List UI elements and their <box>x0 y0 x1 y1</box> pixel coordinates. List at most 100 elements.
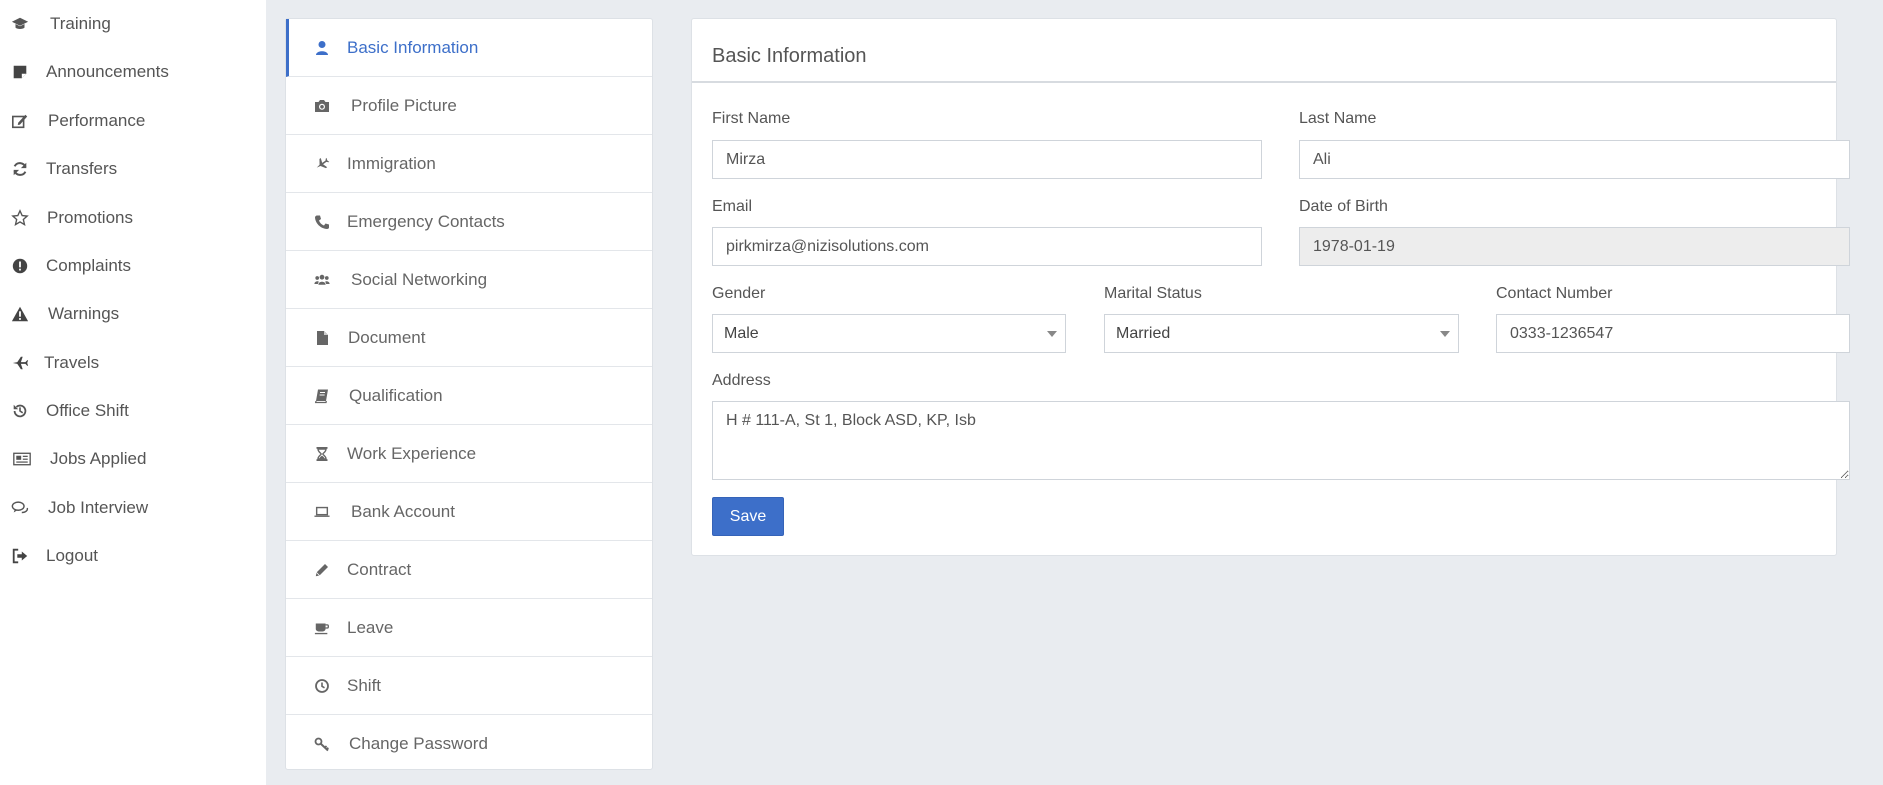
sidebar-item-label: Logout <box>46 546 98 565</box>
last-name-label: Last Name <box>1299 110 1377 127</box>
clock-icon <box>313 677 331 695</box>
tab-label: Emergency Contacts <box>347 211 505 231</box>
sidebar-item-label: Training <box>50 14 111 33</box>
tab-label: Leave <box>347 617 394 637</box>
caret-down-icon <box>1440 331 1450 337</box>
sidebar-item-transfers[interactable]: Transfers <box>0 149 266 189</box>
tab-label: Bank Account <box>351 501 455 521</box>
book-icon <box>313 387 331 405</box>
tab-label: Social Networking <box>351 269 488 289</box>
marital-status-select-value: Married <box>1116 324 1171 342</box>
history-icon <box>10 401 30 421</box>
tab-label: Immigration <box>347 153 436 173</box>
tab-bank-account[interactable]: Bank Account <box>286 483 652 541</box>
last-name-input[interactable] <box>1299 140 1850 179</box>
sidebar-item-jobs-applied[interactable]: Jobs Applied <box>0 439 266 479</box>
sidebar-item-label: Performance <box>48 111 146 130</box>
sidebar-item-promotions[interactable]: Promotions <box>0 198 266 238</box>
tab-leave[interactable]: Leave <box>286 599 652 657</box>
tab-immigration[interactable]: Immigration <box>286 135 652 193</box>
pencil-icon <box>313 561 331 579</box>
card-header: Basic Information <box>692 19 1836 83</box>
sidebar-item-label: Warnings <box>48 304 120 323</box>
contact-number-label: Contact Number <box>1496 285 1613 302</box>
sidebar-item-office-shift[interactable]: Office Shift <box>0 391 266 431</box>
tab-shift[interactable]: Shift <box>286 657 652 715</box>
plane-icon <box>10 353 30 373</box>
sidebar-item-travels[interactable]: Travels <box>0 343 266 383</box>
sidebar-item-training[interactable]: Training <box>0 4 266 44</box>
tab-profile-picture[interactable]: Profile Picture <box>286 77 652 135</box>
tab-label: Work Experience <box>347 443 477 463</box>
tab-work-experience[interactable]: Work Experience <box>286 425 652 483</box>
laptop-icon <box>313 503 331 521</box>
newspaper-icon <box>12 449 32 469</box>
sidebar-item-label: Office Shift <box>46 401 129 420</box>
tab-label: Qualification <box>349 385 443 405</box>
warning-icon <box>10 304 30 324</box>
coffee-icon <box>313 619 331 637</box>
gender-label: Gender <box>712 285 766 302</box>
sidebar-item-complaints[interactable]: Complaints <box>0 246 266 286</box>
sidebar-item-label: Jobs Applied <box>50 449 147 468</box>
email-label: Email <box>712 198 753 215</box>
first-name-input[interactable] <box>712 140 1262 179</box>
edit-icon <box>10 111 30 131</box>
phone-icon <box>313 213 331 231</box>
hourglass-icon <box>313 445 331 463</box>
sidebar-item-label: Complaints <box>46 256 132 275</box>
app-root: Training Announcements Performance Trans… <box>0 0 1883 785</box>
sidebar-item-label: Announcements <box>46 62 169 81</box>
tab-qualification[interactable]: Qualification <box>286 367 652 425</box>
date-of-birth-label: Date of Birth <box>1299 198 1388 215</box>
sidebar-item-warnings[interactable]: Warnings <box>0 294 266 334</box>
sidebar-item-label: Job Interview <box>48 498 149 517</box>
sign-out-icon <box>10 546 30 566</box>
comments-icon <box>10 498 30 518</box>
tab-label: Change Password <box>349 734 488 753</box>
tab-label: Basic Information <box>347 37 479 57</box>
graduation-cap-icon <box>10 14 30 34</box>
tab-social-networking[interactable]: Social Networking <box>286 251 652 309</box>
caret-down-icon <box>1047 331 1057 337</box>
gender-select[interactable]: Male <box>712 314 1066 353</box>
card-title: Basic Information <box>712 45 867 67</box>
tab-document[interactable]: Document <box>286 309 652 367</box>
first-name-label: First Name <box>712 110 791 127</box>
sidebar-item-label: Promotions <box>47 208 133 227</box>
marital-status-select[interactable]: Married <box>1104 314 1459 353</box>
tab-label: Profile Picture <box>351 95 457 115</box>
email-input[interactable] <box>712 227 1262 266</box>
refresh-icon <box>10 159 30 179</box>
file-icon <box>313 329 331 347</box>
marital-status-label: Marital Status <box>1104 285 1202 302</box>
save-button[interactable]: Save <box>712 497 784 536</box>
exclamation-circle-icon <box>10 256 30 276</box>
address-textarea[interactable]: H # 111-A, St 1, Block ASD, KP, Isb <box>712 401 1850 480</box>
tab-label: Shift <box>347 675 382 695</box>
users-icon <box>313 271 331 289</box>
address-label: Address <box>712 372 771 389</box>
basic-information-card: Basic Information First Name Last Name E… <box>691 18 1850 556</box>
star-icon <box>10 208 30 228</box>
sidebar-item-label: Travels <box>44 353 100 372</box>
profile-sub-nav: Basic Information Profile Picture Immigr… <box>285 18 653 770</box>
main-sidebar: Training Announcements Performance Trans… <box>0 0 266 785</box>
plane-icon <box>313 155 331 173</box>
sidebar-item-logout[interactable]: Logout <box>0 536 266 576</box>
key-icon <box>313 735 331 753</box>
tab-basic-information[interactable]: Basic Information <box>286 19 652 77</box>
sticky-note-icon <box>10 62 30 82</box>
sidebar-item-job-interview[interactable]: Job Interview <box>0 488 266 528</box>
user-icon <box>313 39 331 57</box>
tab-label: Contract <box>347 559 412 579</box>
tab-label: Document <box>348 327 426 347</box>
date-of-birth-input[interactable] <box>1299 227 1850 266</box>
camera-icon <box>313 97 331 115</box>
tab-emergency-contacts[interactable]: Emergency Contacts <box>286 193 652 251</box>
sidebar-item-performance[interactable]: Performance <box>0 101 266 141</box>
sidebar-item-announcements[interactable]: Announcements <box>0 52 266 92</box>
tab-contract[interactable]: Contract <box>286 541 652 599</box>
contact-number-input[interactable] <box>1496 314 1850 353</box>
tab-change-password[interactable]: Change Password <box>286 715 652 773</box>
